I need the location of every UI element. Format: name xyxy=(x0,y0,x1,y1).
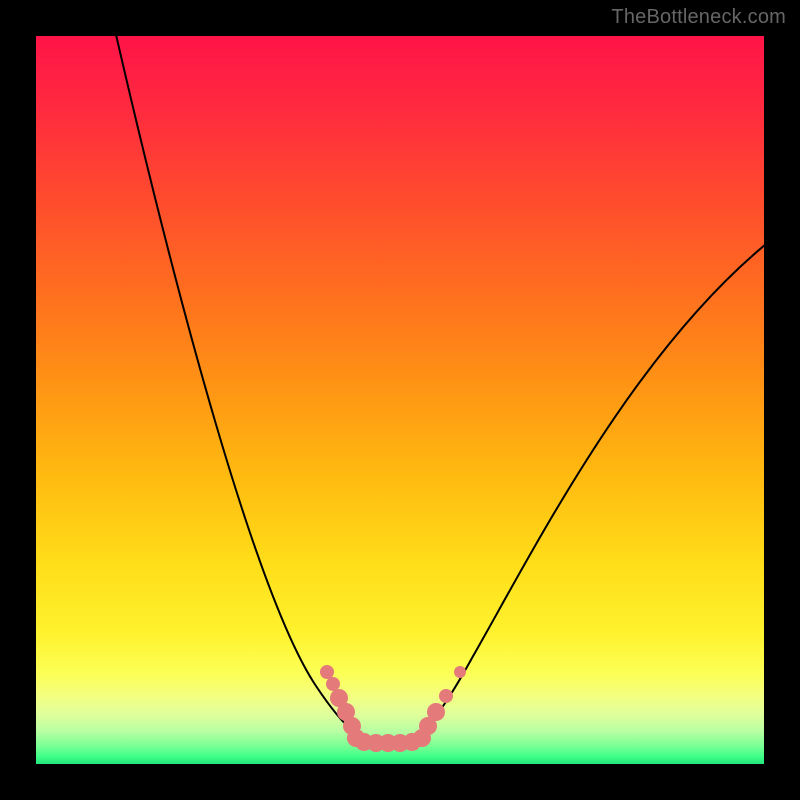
chart-container: TheBottleneck.com xyxy=(0,0,800,800)
curve-path xyxy=(114,36,764,742)
watermark-text: TheBottleneck.com xyxy=(611,6,786,29)
bottleneck-curve xyxy=(36,36,764,764)
marker-dot xyxy=(439,689,453,703)
marker-dot xyxy=(454,666,466,678)
marker-dot xyxy=(320,665,334,679)
marker-dot xyxy=(326,677,340,691)
marker-dot xyxy=(427,703,445,721)
plot-area xyxy=(36,36,764,764)
curve-markers xyxy=(320,665,466,752)
